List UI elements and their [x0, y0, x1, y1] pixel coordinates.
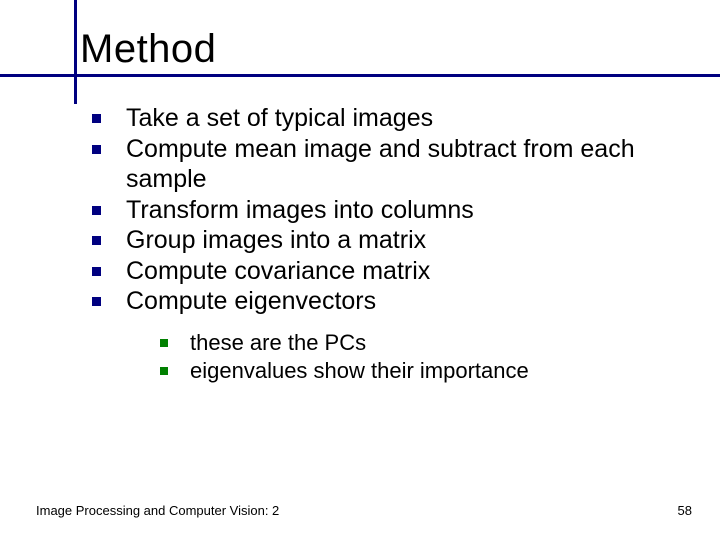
- slide: Method Take a set of typical images Comp…: [0, 0, 720, 540]
- title-area: Method: [36, 28, 700, 70]
- slide-title: Method: [80, 28, 700, 70]
- list-item: Compute mean image and subtract from eac…: [92, 134, 690, 195]
- list-item-text: Take a set of typical images: [126, 104, 433, 132]
- square-bullet-icon: [92, 297, 101, 306]
- list-item-text: Compute covariance matrix: [126, 257, 430, 285]
- slide-footer: Image Processing and Computer Vision: 2 …: [36, 503, 692, 518]
- square-bullet-icon: [92, 206, 101, 215]
- title-horizontal-rule: [0, 74, 720, 77]
- square-bullet-icon: [92, 236, 101, 245]
- list-item: Compute covariance matrix: [92, 256, 690, 287]
- square-bullet-icon: [160, 367, 168, 375]
- square-bullet-icon: [92, 267, 101, 276]
- square-bullet-icon: [160, 339, 168, 347]
- list-item: eigenvalues show their importance: [160, 357, 690, 385]
- list-item: these are the PCs: [160, 329, 690, 357]
- square-bullet-icon: [92, 145, 101, 154]
- list-item-text: Compute eigenvectors: [126, 287, 376, 315]
- list-item-text: Group images into a matrix: [126, 226, 426, 254]
- bullet-list: Take a set of typical images Compute mea…: [92, 103, 690, 385]
- sub-bullet-list: these are the PCs eigenvalues show their…: [160, 329, 690, 385]
- list-item: Compute eigenvectors these are the PCs e…: [92, 286, 690, 385]
- list-item-text: Compute mean image and subtract from eac…: [126, 135, 635, 194]
- slide-body: Take a set of typical images Compute mea…: [36, 103, 700, 385]
- footer-left-text: Image Processing and Computer Vision: 2: [36, 503, 279, 518]
- list-item: Take a set of typical images: [92, 103, 690, 134]
- list-item-text: these are the PCs: [190, 330, 366, 355]
- square-bullet-icon: [92, 114, 101, 123]
- list-item-text: Transform images into columns: [126, 196, 474, 224]
- list-item-text: eigenvalues show their importance: [190, 358, 529, 383]
- page-number: 58: [678, 503, 692, 518]
- title-vertical-rule: [74, 0, 77, 104]
- list-item: Transform images into columns: [92, 195, 690, 226]
- list-item: Group images into a matrix: [92, 225, 690, 256]
